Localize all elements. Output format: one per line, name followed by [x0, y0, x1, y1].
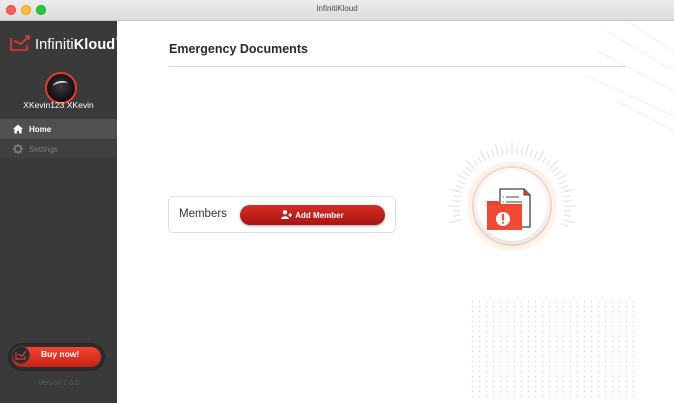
page-title: Emergency Documents — [169, 42, 308, 56]
sidebar: InfinitiKloud® XKevin123 XKevin Home Set… — [0, 21, 121, 403]
buy-now-button[interactable]: Buy now! — [9, 344, 104, 370]
brand-logo: InfinitiKloud® — [9, 34, 121, 57]
version-label: Version 2.0.0 — [38, 380, 79, 387]
gear-icon — [13, 144, 23, 154]
members-card: Members Add Member — [168, 196, 396, 233]
add-user-icon — [281, 206, 293, 224]
sidebar-item-label: Settings — [29, 144, 58, 154]
brand-name-prefix: Infiniti — [35, 37, 74, 53]
emergency-documents-illustration — [448, 142, 576, 251]
buy-now-label: Buy now! — [41, 349, 80, 359]
decorative-lines — [587, 21, 674, 131]
infinitikloud-badge-icon — [12, 346, 30, 364]
main-content: Emergency Documents Members Add Member — [117, 21, 674, 403]
members-label: Members — [179, 208, 227, 220]
home-icon — [13, 124, 23, 134]
title-divider — [169, 66, 625, 67]
decorative-dot-pattern — [469, 299, 639, 399]
infinitikloud-logo-icon — [9, 34, 31, 57]
add-member-label: Add Member — [295, 210, 344, 220]
sidebar-item-settings[interactable]: Settings — [0, 140, 117, 158]
brand-name: InfinitiKloud® — [35, 37, 121, 53]
sidebar-item-label: Home — [29, 124, 52, 134]
window-title: InfinitiKloud — [316, 4, 358, 13]
window-titlebar: InfinitiKloud — [0, 0, 674, 21]
add-member-button[interactable]: Add Member — [240, 205, 385, 225]
sidebar-item-home[interactable]: Home — [0, 119, 117, 139]
brand-name-bold: Kloud — [73, 37, 116, 53]
username: XKevin123 XKevin — [23, 100, 94, 110]
